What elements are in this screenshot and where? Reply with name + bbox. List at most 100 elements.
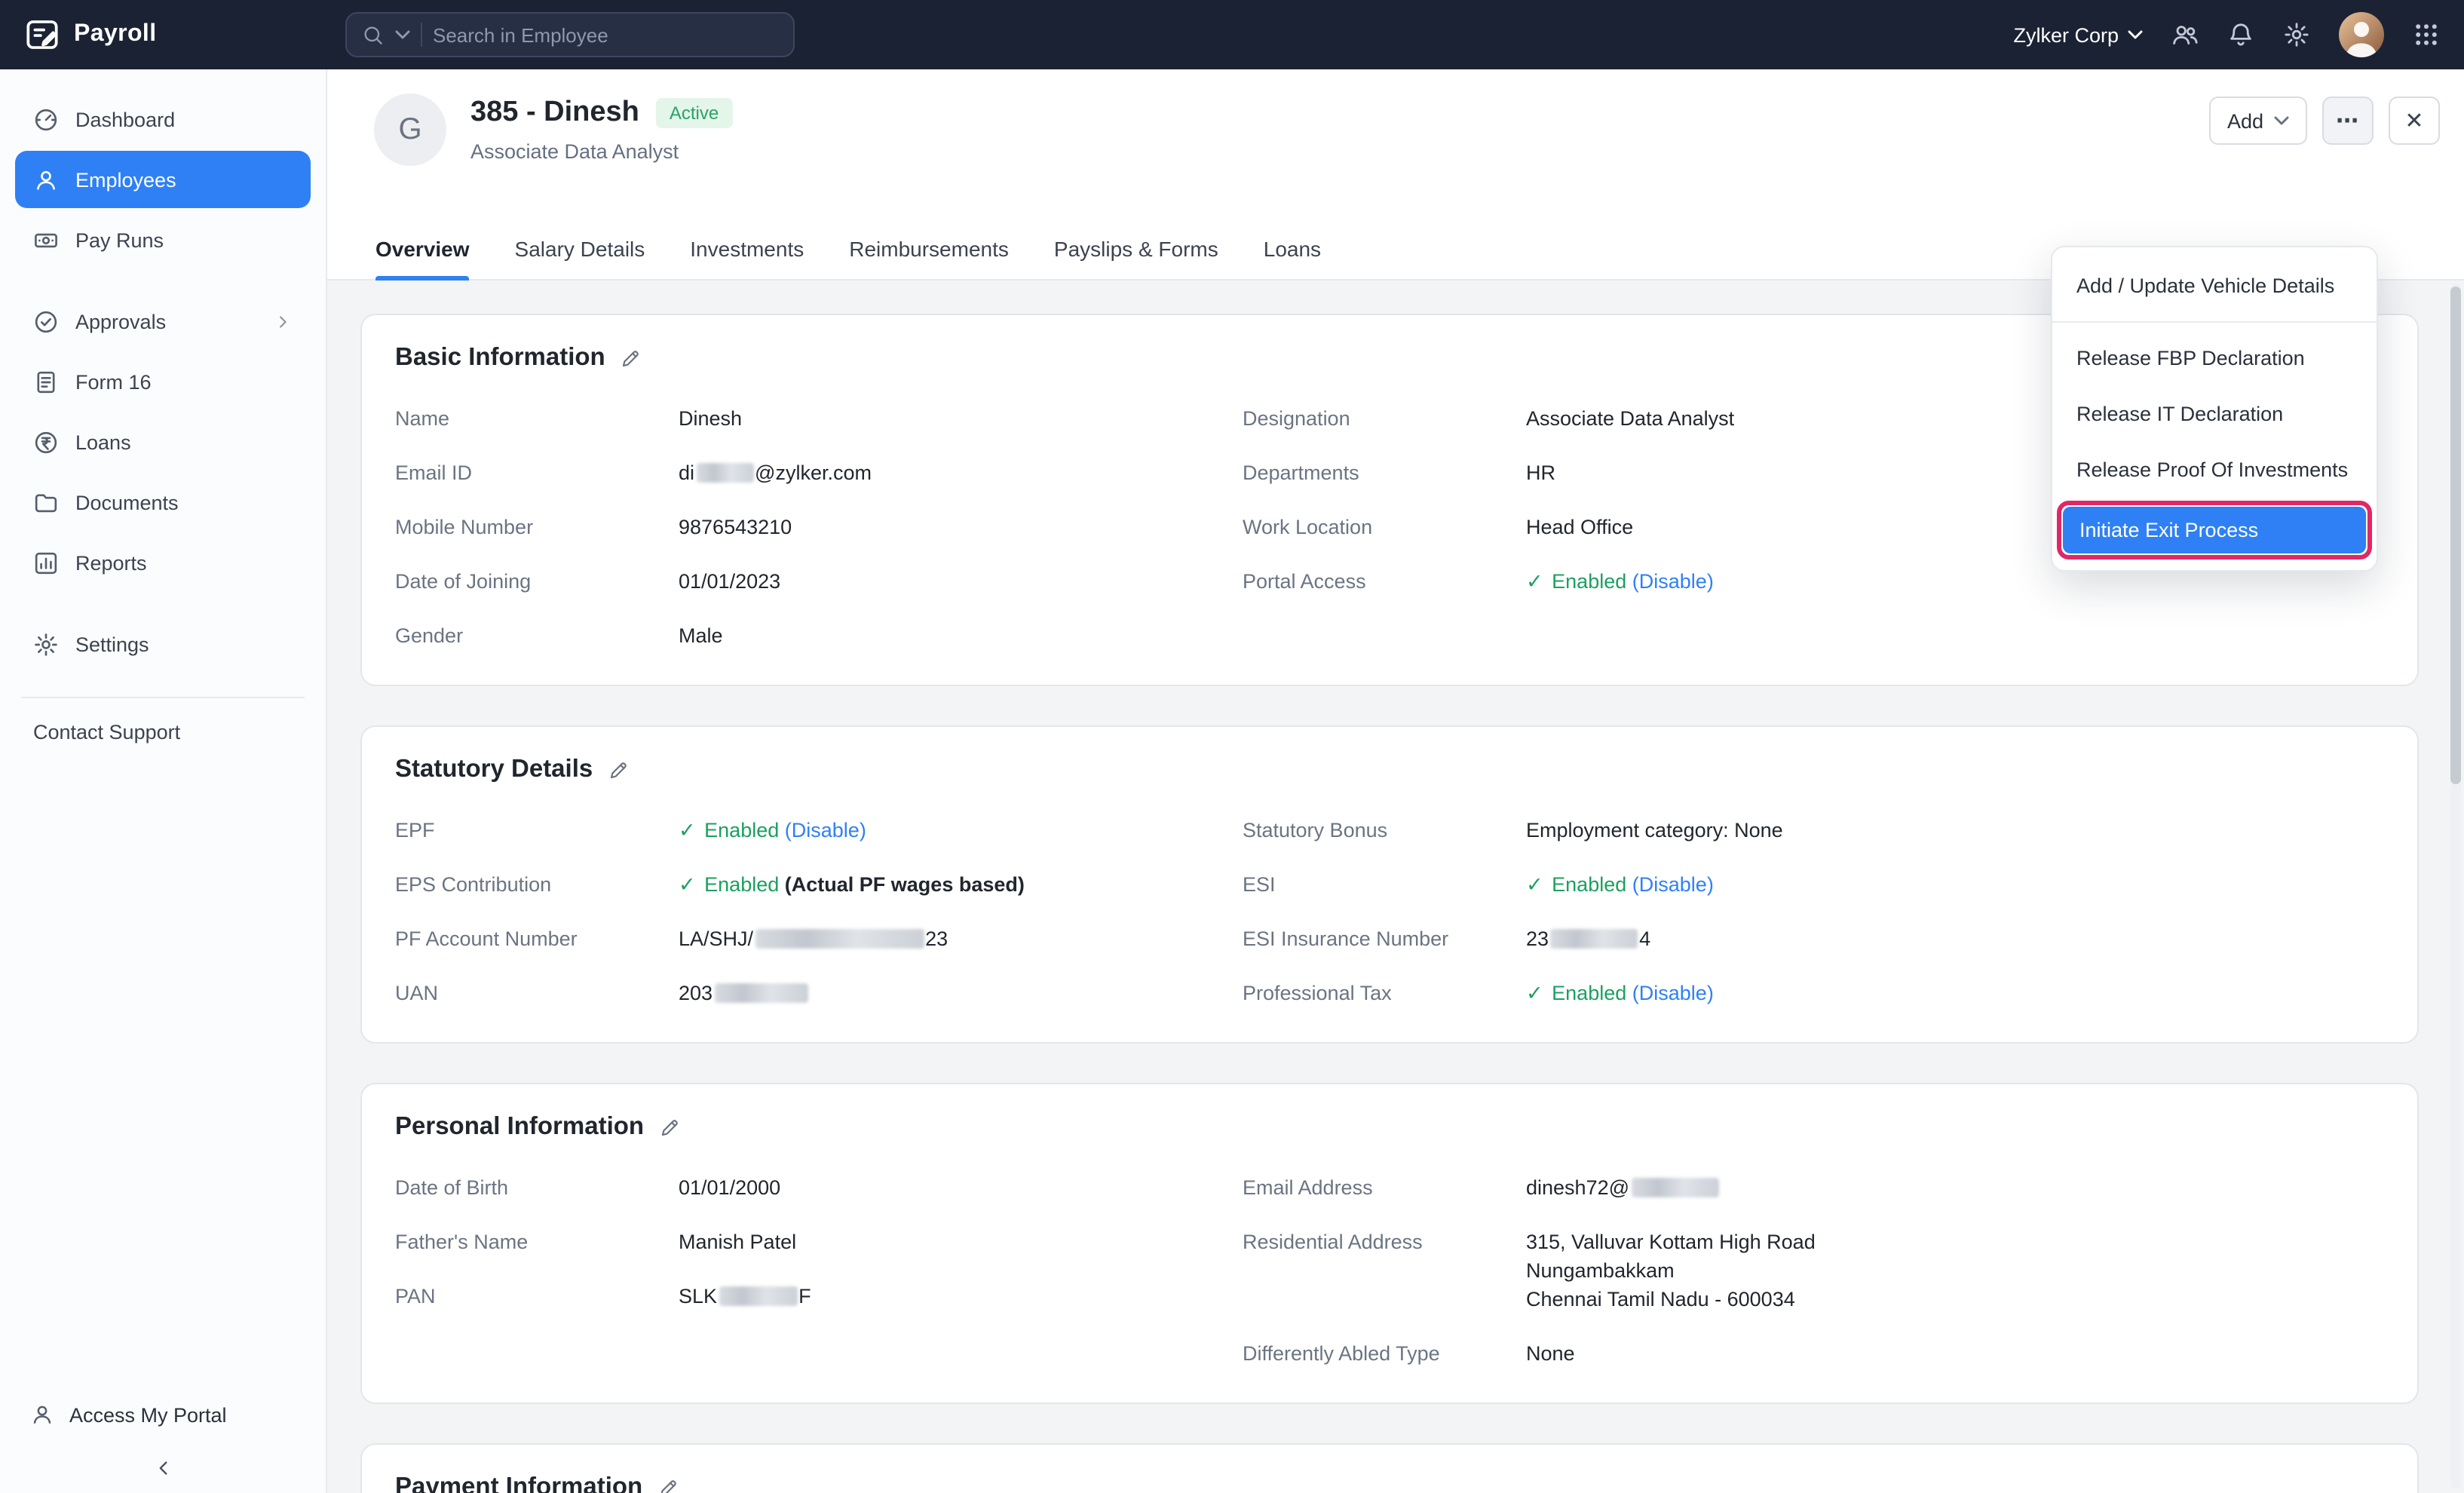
screen: Payroll Zylker Corp Das: [0, 0, 2464, 1493]
menu-item-initiate-exit-process[interactable]: Initiate Exit Process: [2063, 507, 2366, 553]
field-epf: EPF✓ Enabled (Disable): [395, 816, 1243, 845]
person-icon: [30, 1403, 54, 1427]
field-pan: PANSLKF: [395, 1282, 1243, 1311]
sidebar-item-dashboard[interactable]: Dashboard: [15, 90, 311, 148]
card-title: Basic Information: [395, 344, 605, 372]
annotation-highlight-box: Initiate Exit Process: [2057, 501, 2372, 559]
header-actions: Add ⋯ ✕: [2209, 97, 2440, 145]
field-father-s-name: Father's NameManish Patel: [395, 1228, 1243, 1256]
add-button[interactable]: Add: [2209, 97, 2307, 145]
dashboard-icon: [33, 106, 59, 132]
edit-icon[interactable]: [608, 759, 629, 780]
field-email-address: Email Addressdinesh72@: [1243, 1173, 2384, 1202]
employee-title: 385 - Dinesh: [470, 97, 639, 130]
users-icon[interactable]: [2171, 21, 2199, 48]
scrollbar-thumb[interactable]: [2450, 287, 2461, 784]
user-avatar[interactable]: [2339, 12, 2384, 57]
sidebar-collapse-button[interactable]: [0, 1442, 326, 1493]
field-eps-contribution: EPS Contribution✓ Enabled (Actual PF wag…: [395, 870, 1243, 899]
topbar-actions: Zylker Corp: [2013, 12, 2464, 57]
field-residential-address: Residential Address315, Valluvar Kottam …: [1243, 1228, 2384, 1314]
employees-icon: [33, 167, 59, 192]
status-badge: Active: [656, 98, 732, 128]
search-icon: [362, 23, 385, 46]
disable-link[interactable]: (Disable): [1632, 982, 1714, 1004]
more-icon: ⋯: [2336, 107, 2360, 134]
sidebar-item-pay-runs[interactable]: Pay Runs: [15, 211, 311, 268]
documents-icon: [33, 489, 59, 515]
search-divider: [421, 23, 422, 47]
field-mobile-number: Mobile Number9876543210: [395, 513, 1243, 541]
tab-payslips-forms[interactable]: Payslips & Forms: [1054, 237, 1218, 279]
sidebar-item-reports[interactable]: Reports: [15, 534, 311, 591]
check-icon: ✓: [1526, 873, 1543, 896]
sidebar-footer: Access My Portal: [0, 1387, 326, 1493]
card-payment-information: Payment Information: [360, 1443, 2419, 1493]
sidebar: DashboardEmployeesPay Runs ApprovalsForm …: [0, 69, 327, 1493]
field-esi-insurance-number: ESI Insurance Number234: [1243, 924, 2384, 953]
tab-salary-details[interactable]: Salary Details: [515, 237, 645, 279]
sidebar-item-form-16[interactable]: Form 16: [15, 353, 311, 410]
field-date-of-joining: Date of Joining01/01/2023: [395, 567, 1243, 596]
global-search[interactable]: [345, 12, 795, 57]
vertical-scrollbar[interactable]: [2450, 284, 2461, 1488]
field-date-of-birth: Date of Birth01/01/2000: [395, 1173, 1243, 1202]
edit-icon[interactable]: [657, 1477, 679, 1493]
menu-item-release-fbp-declaration[interactable]: Release FBP Declaration: [2052, 330, 2377, 386]
redacted-value: [1550, 929, 1638, 949]
search-scope-chevron-down-icon[interactable]: [395, 30, 410, 39]
sidebar-item-employees[interactable]: Employees: [15, 151, 311, 208]
main-panel: G 385 - Dinesh Active Associate Data Ana…: [327, 69, 2464, 1493]
add-chevron-down-icon: [2274, 116, 2289, 125]
disable-link[interactable]: (Disable): [785, 819, 866, 842]
menu-item-add-update-vehicle-details[interactable]: Add / Update Vehicle Details: [2052, 258, 2377, 314]
gear-icon[interactable]: [2283, 21, 2310, 48]
reports-icon: [33, 550, 59, 575]
loans-icon: [33, 429, 59, 455]
close-button[interactable]: ✕: [2389, 97, 2440, 145]
card-statutory-details: Statutory Details EPF✓ Enabled (Disable) E…: [360, 725, 2419, 1044]
edit-icon[interactable]: [621, 348, 642, 369]
field-pf-account-number: PF Account NumberLA/SHJ/23: [395, 924, 1243, 953]
app-title: Payroll: [74, 21, 157, 48]
sidebar-item-settings[interactable]: Settings: [15, 615, 311, 673]
menu-item-release-it-declaration[interactable]: Release IT Declaration: [2052, 386, 2377, 442]
card-title: Payment Information: [395, 1473, 642, 1493]
more-actions-button[interactable]: ⋯: [2322, 97, 2374, 145]
tab-investments[interactable]: Investments: [690, 237, 804, 279]
bell-icon[interactable]: [2227, 21, 2254, 48]
redacted-value: [714, 983, 808, 1003]
topbar: Payroll Zylker Corp: [0, 0, 2464, 69]
card-title: Statutory Details: [395, 756, 593, 784]
access-my-portal-link[interactable]: Access My Portal: [0, 1387, 326, 1442]
search-input[interactable]: [433, 23, 778, 46]
sidebar-item-documents[interactable]: Documents: [15, 474, 311, 531]
sidebar-item-loans[interactable]: Loans: [15, 413, 311, 471]
settings-icon: [33, 631, 59, 657]
check-icon: ✓: [1526, 570, 1543, 593]
pay-runs-icon: [33, 227, 59, 253]
org-switcher[interactable]: Zylker Corp: [2013, 23, 2143, 46]
sidebar-item-approvals[interactable]: Approvals: [15, 293, 311, 350]
form16-icon: [33, 369, 59, 394]
chevron-right-icon: [273, 311, 293, 331]
redacted-value: [1631, 1178, 1718, 1197]
tab-reimbursements[interactable]: Reimbursements: [849, 237, 1009, 279]
contact-support-link[interactable]: Contact Support: [0, 721, 326, 743]
sidebar-nav: DashboardEmployeesPay Runs ApprovalsForm …: [0, 69, 326, 673]
redacted-value: [696, 463, 753, 483]
field-gender: GenderMale: [395, 621, 1243, 650]
tab-overview[interactable]: Overview: [375, 237, 470, 279]
context-menu: Add / Update Vehicle Details Release FBP …: [2051, 246, 2378, 572]
disable-link[interactable]: (Disable): [1632, 570, 1714, 593]
tab-loans[interactable]: Loans: [1264, 237, 1321, 279]
edit-icon[interactable]: [659, 1117, 680, 1138]
employee-designation: Associate Data Analyst: [470, 140, 732, 163]
field-email-id: Email IDdi@zylker.com: [395, 458, 1243, 487]
chevron-left-icon: [152, 1456, 174, 1479]
menu-item-release-proof-of-investments[interactable]: Release Proof Of Investments: [2052, 442, 2377, 498]
apps-grid-icon[interactable]: [2413, 21, 2440, 48]
disable-link[interactable]: (Disable): [1632, 873, 1714, 896]
redacted-value: [719, 1286, 797, 1306]
card-title: Personal Information: [395, 1113, 644, 1142]
